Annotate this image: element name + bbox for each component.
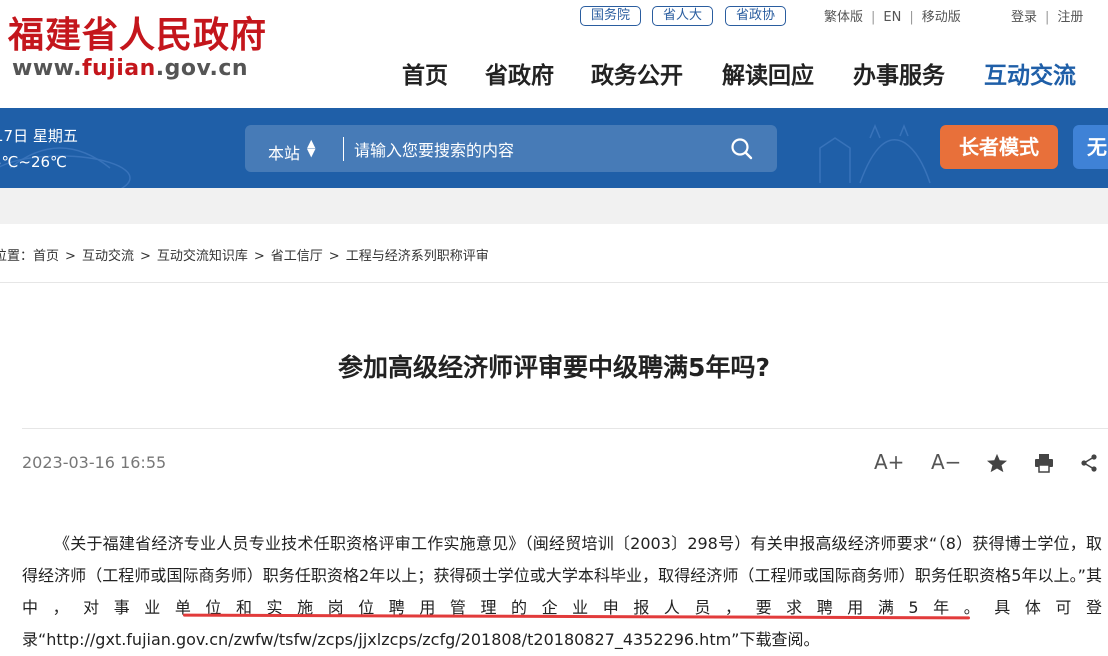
link-provincial-congress[interactable]: 省人大 <box>652 6 714 26</box>
breadcrumb-item[interactable]: 首页 <box>33 249 59 264</box>
nav-interaction[interactable]: 互动交流 <box>984 56 1076 90</box>
breadcrumb-item[interactable]: 省工信厅 <box>271 249 323 264</box>
share-icon[interactable] <box>1080 454 1098 472</box>
url-suffix: .gov.cn <box>155 56 249 81</box>
search-icon[interactable] <box>730 137 754 161</box>
font-decrease-button[interactable]: A− <box>931 450 961 474</box>
breadcrumb-item[interactable]: 互动交流 <box>82 249 134 264</box>
utility-links: 繁体版 | EN | 移动版 <box>824 10 961 25</box>
url-prefix: www. <box>12 56 82 81</box>
search-input[interactable] <box>352 134 726 166</box>
grey-band <box>0 188 1108 224</box>
register-link[interactable]: 注册 <box>1057 10 1083 25</box>
url-brand: fujian <box>81 56 156 81</box>
divider <box>22 428 1108 429</box>
print-icon[interactable] <box>1034 453 1054 473</box>
current-date: 17日 星期五 <box>0 127 78 145</box>
updown-arrow-icon[interactable]: ▲ ▼ <box>307 138 315 158</box>
mobile-link[interactable]: 移动版 <box>922 10 961 25</box>
nav-provincial-gov[interactable]: 省政府 <box>485 56 554 90</box>
link-cppcc[interactable]: 省政协 <box>725 6 787 26</box>
breadcrumb-item[interactable]: 工程与经济系列职称评审 <box>346 249 489 264</box>
login-link[interactable]: 登录 <box>1011 10 1037 25</box>
temperature: 5℃~26℃ <box>0 153 67 171</box>
publish-date: 2023-03-16 16:55 <box>22 453 167 472</box>
star-icon[interactable] <box>986 453 1008 473</box>
breadcrumb-item[interactable]: 互动交流知识库 <box>157 249 248 264</box>
account-links: 登录 | 注册 <box>1011 10 1084 25</box>
english-link[interactable]: EN <box>883 10 901 25</box>
article-body: 《关于福建省经济专业人员专业技术任职资格评审工作实施意见》（闽经贸培训〔2003… <box>22 528 1102 656</box>
nav-services[interactable]: 办事服务 <box>853 56 945 90</box>
divider <box>0 282 1108 283</box>
traditional-chinese-link[interactable]: 繁体版 <box>824 10 863 25</box>
search-divider <box>343 137 344 161</box>
nav-gov-affairs[interactable]: 政务公开 <box>591 56 683 90</box>
site-url: www.fujian.gov.cn <box>12 56 248 81</box>
link-state-council[interactable]: 国务院 <box>580 6 642 26</box>
breadcrumb-prefix: 位置： <box>0 249 34 264</box>
nav-home[interactable]: 首页 <box>402 56 448 90</box>
elder-mode-button[interactable]: 长者模式 <box>940 125 1058 169</box>
site-logo[interactable]: 福建省人民政府 <box>8 6 267 58</box>
nav-interpretation[interactable]: 解读回应 <box>722 56 814 90</box>
font-increase-button[interactable]: A+ <box>874 450 904 474</box>
article-title: 参加高级经济师评审要中级聘满5年吗? <box>338 353 770 382</box>
accessibility-button[interactable]: 无障碍 <box>1073 125 1108 169</box>
breadcrumb: 位置：首页 > 互动交流 > 互动交流知识库 > 省工信厅 > 工程与经济系列职称评审 <box>0 245 489 264</box>
search-scope-select[interactable]: 本站 <box>268 140 300 164</box>
